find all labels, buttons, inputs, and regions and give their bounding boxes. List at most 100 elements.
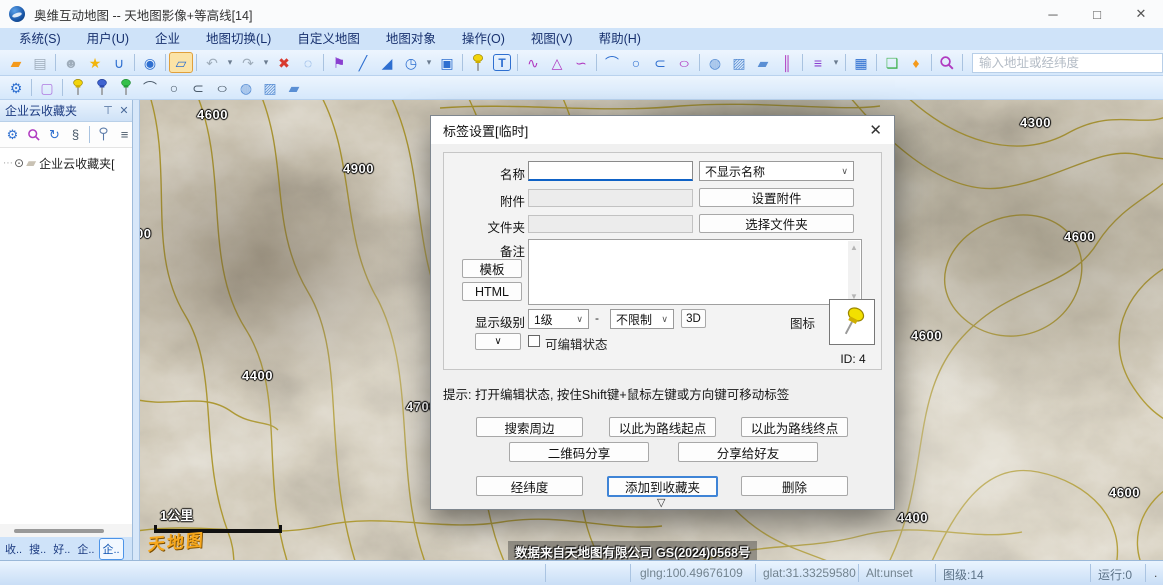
pin-yellow-icon[interactable] — [66, 77, 90, 98]
open-folder-icon[interactable]: ▰ — [4, 52, 28, 73]
text-label-icon[interactable]: T — [490, 52, 514, 73]
undo-dropdown-icon[interactable]: ▾ — [224, 52, 236, 73]
set-attachment-button[interactable]: 设置附件 — [699, 188, 854, 207]
search-nearby-button[interactable]: 搜索周边 — [476, 417, 583, 437]
dialog-expand-icon[interactable]: ▽ — [657, 496, 665, 509]
delete-button[interactable]: 删除 — [741, 476, 848, 496]
route-end-button[interactable]: 以此为路线终点 — [741, 417, 848, 437]
textarea-scrollbar[interactable]: ▲ ▼ — [848, 241, 860, 303]
level-to-select[interactable]: 不限制 ∨ — [610, 309, 674, 329]
arc-icon[interactable]: ⌒ — [600, 52, 624, 73]
redo-dropdown-icon[interactable]: ▾ — [260, 52, 272, 73]
display-name-select[interactable]: 不显示名称 ∨ — [699, 161, 854, 181]
menu-system[interactable]: 系统(S) — [6, 28, 74, 50]
visibility-eye-icon[interactable]: ⊙ — [14, 156, 24, 170]
undo-icon[interactable]: ↶ — [200, 52, 224, 73]
search-icon[interactable] — [935, 52, 959, 73]
object-list-icon[interactable]: ≡ — [806, 52, 830, 73]
camera-icon[interactable]: ▣ — [435, 52, 459, 73]
polygon-icon[interactable]: ▰ — [751, 52, 775, 73]
filled-circle-icon[interactable]: ◍ — [703, 52, 727, 73]
filled-rect-icon[interactable]: ▨ — [727, 52, 751, 73]
menu-view[interactable]: 视图(V) — [518, 28, 586, 50]
note-textarea[interactable]: ▲ ▼ — [528, 239, 862, 305]
tab-enterprise-cloud[interactable]: 企.. — [99, 538, 124, 560]
dialog-titlebar[interactable]: 标签设置[临时] ✕ — [431, 116, 894, 144]
panel-splitter[interactable] — [133, 100, 140, 560]
marker-icon-button[interactable] — [829, 299, 875, 345]
lasso-select-icon[interactable]: ◌ — [296, 52, 320, 73]
search-input[interactable] — [972, 53, 1163, 73]
minimize-button[interactable]: ─ — [1031, 0, 1075, 28]
tab-friends[interactable]: 好.. — [50, 539, 73, 559]
close-button[interactable]: ✕ — [1119, 0, 1163, 28]
redo-icon[interactable]: ↷ — [236, 52, 260, 73]
settings-gear-icon[interactable]: ⚙ — [4, 77, 28, 98]
polygon-icon[interactable]: ▰ — [282, 77, 306, 98]
qr-share-button[interactable]: 二维码分享 — [509, 442, 649, 462]
menu-operation[interactable]: 操作(O) — [449, 28, 518, 50]
message-icon[interactable]: ❏ — [880, 52, 904, 73]
favorites-star-icon[interactable]: ★ — [83, 52, 107, 73]
route-start-button[interactable]: 以此为路线起点 — [609, 417, 716, 437]
template-button[interactable]: 模板 — [462, 259, 522, 278]
html-button[interactable]: HTML — [462, 282, 522, 301]
data-table-icon[interactable]: ▦ — [849, 52, 873, 73]
menu-custom-map[interactable]: 自定义地图 — [284, 28, 373, 50]
sidebar-attachment-icon[interactable]: § — [65, 125, 86, 145]
tab-favorites[interactable]: 收.. — [2, 539, 25, 559]
measure-distance-icon[interactable]: ╱ — [351, 52, 375, 73]
filled-circle-icon[interactable]: ◍ — [234, 77, 258, 98]
pin-panel-icon[interactable]: ⊤ — [100, 104, 116, 117]
new-doc-icon[interactable]: ▢ — [35, 77, 59, 98]
close-panel-icon[interactable]: ✕ — [116, 104, 132, 117]
curve-icon[interactable]: ∽ — [569, 52, 593, 73]
select-folder-button[interactable]: 选择文件夹 — [699, 214, 854, 233]
level-from-select[interactable]: 1级 ∨ — [528, 309, 589, 329]
circle-shape-icon[interactable]: ○ — [162, 77, 186, 98]
tab-enterprise[interactable]: 企.. — [74, 539, 97, 559]
friends-icon[interactable]: ☻ — [59, 52, 83, 73]
triangle-shape-icon[interactable]: △ — [545, 52, 569, 73]
save-icon[interactable]: ▤ — [28, 52, 52, 73]
sidebar-settings-icon[interactable]: ⚙ — [2, 125, 23, 145]
share-friend-button[interactable]: 分享给好友 — [678, 442, 818, 462]
ellipse-shape-icon[interactable]: ○ — [210, 77, 234, 98]
tab-search[interactable]: 搜.. — [26, 539, 49, 559]
open-arc-icon[interactable]: ⊂ — [648, 52, 672, 73]
menu-map-switch[interactable]: 地图切换(L) — [193, 28, 284, 50]
delete-object-icon[interactable]: ✖ — [272, 52, 296, 73]
timer-dropdown-icon[interactable]: ▾ — [423, 52, 435, 73]
timer-icon[interactable]: ◷ — [399, 52, 423, 73]
vip-icon[interactable]: ♦ — [904, 52, 928, 73]
measure-area-icon[interactable]: ◢ — [375, 52, 399, 73]
menu-user[interactable]: 用户(U) — [74, 28, 142, 50]
expand-more-button[interactable]: ∨ — [475, 333, 521, 350]
sidebar-refresh-icon[interactable]: ↻ — [44, 125, 65, 145]
add-favorite-button[interactable]: 添加到收藏夹 — [607, 476, 718, 497]
menu-enterprise[interactable]: 企业 — [142, 28, 193, 50]
sidebar-search-icon[interactable] — [23, 125, 44, 145]
3d-button[interactable]: 3D — [681, 309, 706, 328]
track-route-icon[interactable]: ∪ — [107, 52, 131, 73]
placemark-icon[interactable]: ⚑ — [327, 52, 351, 73]
scroll-up-icon[interactable]: ▲ — [850, 243, 858, 252]
latlng-button[interactable]: 经纬度 — [476, 476, 583, 496]
filled-rect-icon[interactable]: ▨ — [258, 77, 282, 98]
editable-checkbox[interactable] — [528, 335, 540, 347]
sidebar-pin-icon[interactable] — [93, 125, 114, 145]
sidebar-hscrollbar[interactable] — [0, 524, 132, 537]
map-3d-icon[interactable]: ◉ — [138, 52, 162, 73]
adjust-object-icon[interactable]: ▱ — [169, 52, 193, 73]
menu-map-objects[interactable]: 地图对象 — [373, 28, 449, 50]
menu-help[interactable]: 帮助(H) — [586, 28, 654, 50]
polyline-icon[interactable]: ∿ — [521, 52, 545, 73]
tree-item-enterprise-favorites[interactable]: ⋯ ⊙ ▰ 企业云收藏夹[ — [0, 153, 132, 173]
object-list-dropdown-icon[interactable]: ▾ — [830, 52, 842, 73]
open-arc-icon[interactable]: ⊂ — [186, 77, 210, 98]
pushpin-icon[interactable] — [466, 52, 490, 73]
dialog-close-icon[interactable]: ✕ — [869, 121, 882, 139]
arc-icon[interactable]: ⌒ — [138, 77, 162, 98]
pin-green-icon[interactable] — [114, 77, 138, 98]
pin-blue-icon[interactable] — [90, 77, 114, 98]
